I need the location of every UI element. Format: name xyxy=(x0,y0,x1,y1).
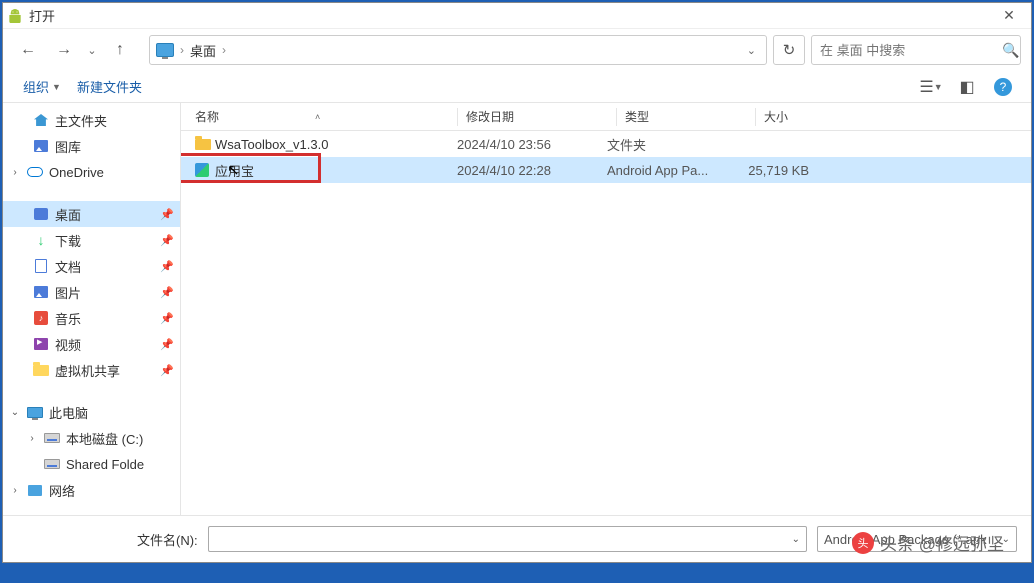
organize-menu[interactable]: 组织▼ xyxy=(17,75,67,98)
sidebar-item-home[interactable]: 主文件夹 xyxy=(3,107,180,133)
watermark: 头 头条 @修远弥坚 xyxy=(852,530,1004,555)
search-icon[interactable]: 🔍 xyxy=(1002,42,1019,59)
sidebar-item-localdisk[interactable]: ›本地磁盘 (C:) xyxy=(3,425,180,451)
breadcrumb-location[interactable]: 桌面 xyxy=(190,41,216,60)
titlebar: 打开 ✕ xyxy=(3,3,1031,29)
history-dropdown[interactable]: ⌄ xyxy=(85,44,99,57)
chevron-right-icon: › xyxy=(180,43,184,57)
column-date[interactable]: 修改日期 xyxy=(466,108,616,125)
column-type[interactable]: 类型 xyxy=(625,108,755,125)
sidebar-item-downloads[interactable]: ↓下载📌 xyxy=(3,227,180,253)
preview-pane-button[interactable]: ◧ xyxy=(953,75,981,99)
column-name[interactable]: 名称˄ xyxy=(195,108,457,125)
address-bar[interactable]: › 桌面 › ⌄ xyxy=(149,35,767,65)
command-toolbar: 组织▼ 新建文件夹 ☰ ▼ ◧ ? xyxy=(3,71,1031,103)
pin-icon: 📌 xyxy=(160,208,174,221)
sidebar-item-thispc[interactable]: ⌄此电脑 xyxy=(3,399,180,425)
close-button[interactable]: ✕ xyxy=(991,4,1027,28)
filename-input[interactable]: ⌄ xyxy=(208,526,807,552)
up-button[interactable]: ↑ xyxy=(105,35,135,65)
open-file-dialog: 打开 ✕ ← → ⌄ ↑ › 桌面 › ⌄ ↻ 🔍 组织▼ 新建文件夹 ☰ ▼ … xyxy=(2,2,1032,563)
navigation-sidebar: 主文件夹 图库 ›OneDrive 桌面📌 ↓下载📌 文档📌 图片📌 音乐📌 视… xyxy=(3,103,181,515)
sidebar-item-gallery[interactable]: 图库 xyxy=(3,133,180,159)
chevron-down-icon[interactable]: ⌄ xyxy=(792,534,800,545)
help-button[interactable]: ? xyxy=(989,75,1017,99)
pin-icon: 📌 xyxy=(160,312,174,325)
pin-icon: 📌 xyxy=(160,286,174,299)
pin-icon: 📌 xyxy=(160,234,174,247)
column-size[interactable]: 大小 xyxy=(764,108,844,125)
pin-icon: 📌 xyxy=(160,260,174,273)
sidebar-item-sharedfolder[interactable]: Shared Folde xyxy=(3,451,180,477)
sidebar-item-onedrive[interactable]: ›OneDrive xyxy=(3,159,180,185)
desktop-icon xyxy=(156,43,174,57)
sidebar-item-music[interactable]: 音乐📌 xyxy=(3,305,180,331)
forward-button[interactable]: → xyxy=(49,35,79,65)
android-icon xyxy=(7,8,23,24)
view-options-button[interactable]: ☰ ▼ xyxy=(917,75,945,99)
file-list-panel: 名称˄ 修改日期 类型 大小 WsaToolbox_v1.3.0 2024/4/… xyxy=(181,103,1031,515)
new-folder-button[interactable]: 新建文件夹 xyxy=(71,75,148,98)
sidebar-item-videos[interactable]: 视频📌 xyxy=(3,331,180,357)
column-headers: 名称˄ 修改日期 类型 大小 xyxy=(181,103,1031,131)
search-box[interactable]: 🔍 xyxy=(811,35,1021,65)
address-dropdown[interactable]: ⌄ xyxy=(743,44,760,57)
refresh-button[interactable]: ↻ xyxy=(773,35,805,65)
folder-icon xyxy=(195,139,215,150)
sidebar-item-documents[interactable]: 文档📌 xyxy=(3,253,180,279)
sidebar-item-network[interactable]: ›网络 xyxy=(3,477,180,503)
filename-label: 文件名(N): xyxy=(137,530,198,549)
apk-icon xyxy=(195,163,215,177)
sidebar-item-desktop[interactable]: 桌面📌 xyxy=(3,201,180,227)
sidebar-item-vmshare[interactable]: 虚拟机共享📌 xyxy=(3,357,180,383)
pin-icon: 📌 xyxy=(160,364,174,377)
file-row[interactable]: 应用宝 2024/4/10 22:28 Android App Pa... 25… xyxy=(181,157,1031,183)
chevron-right-icon[interactable]: › xyxy=(222,43,226,57)
toutiao-logo-icon: 头 xyxy=(852,532,874,554)
sidebar-item-pictures[interactable]: 图片📌 xyxy=(3,279,180,305)
nav-toolbar: ← → ⌄ ↑ › 桌面 › ⌄ ↻ 🔍 xyxy=(3,29,1031,71)
back-button[interactable]: ← xyxy=(13,35,43,65)
sort-asc-icon: ˄ xyxy=(315,112,320,122)
pin-icon: 📌 xyxy=(160,338,174,351)
file-list[interactable]: WsaToolbox_v1.3.0 2024/4/10 23:56 文件夹 应用… xyxy=(181,131,1031,515)
window-title: 打开 xyxy=(29,6,991,25)
file-row[interactable]: WsaToolbox_v1.3.0 2024/4/10 23:56 文件夹 xyxy=(181,131,1031,157)
search-input[interactable] xyxy=(820,43,996,58)
main-area: 主文件夹 图库 ›OneDrive 桌面📌 ↓下载📌 文档📌 图片📌 音乐📌 视… xyxy=(3,103,1031,515)
